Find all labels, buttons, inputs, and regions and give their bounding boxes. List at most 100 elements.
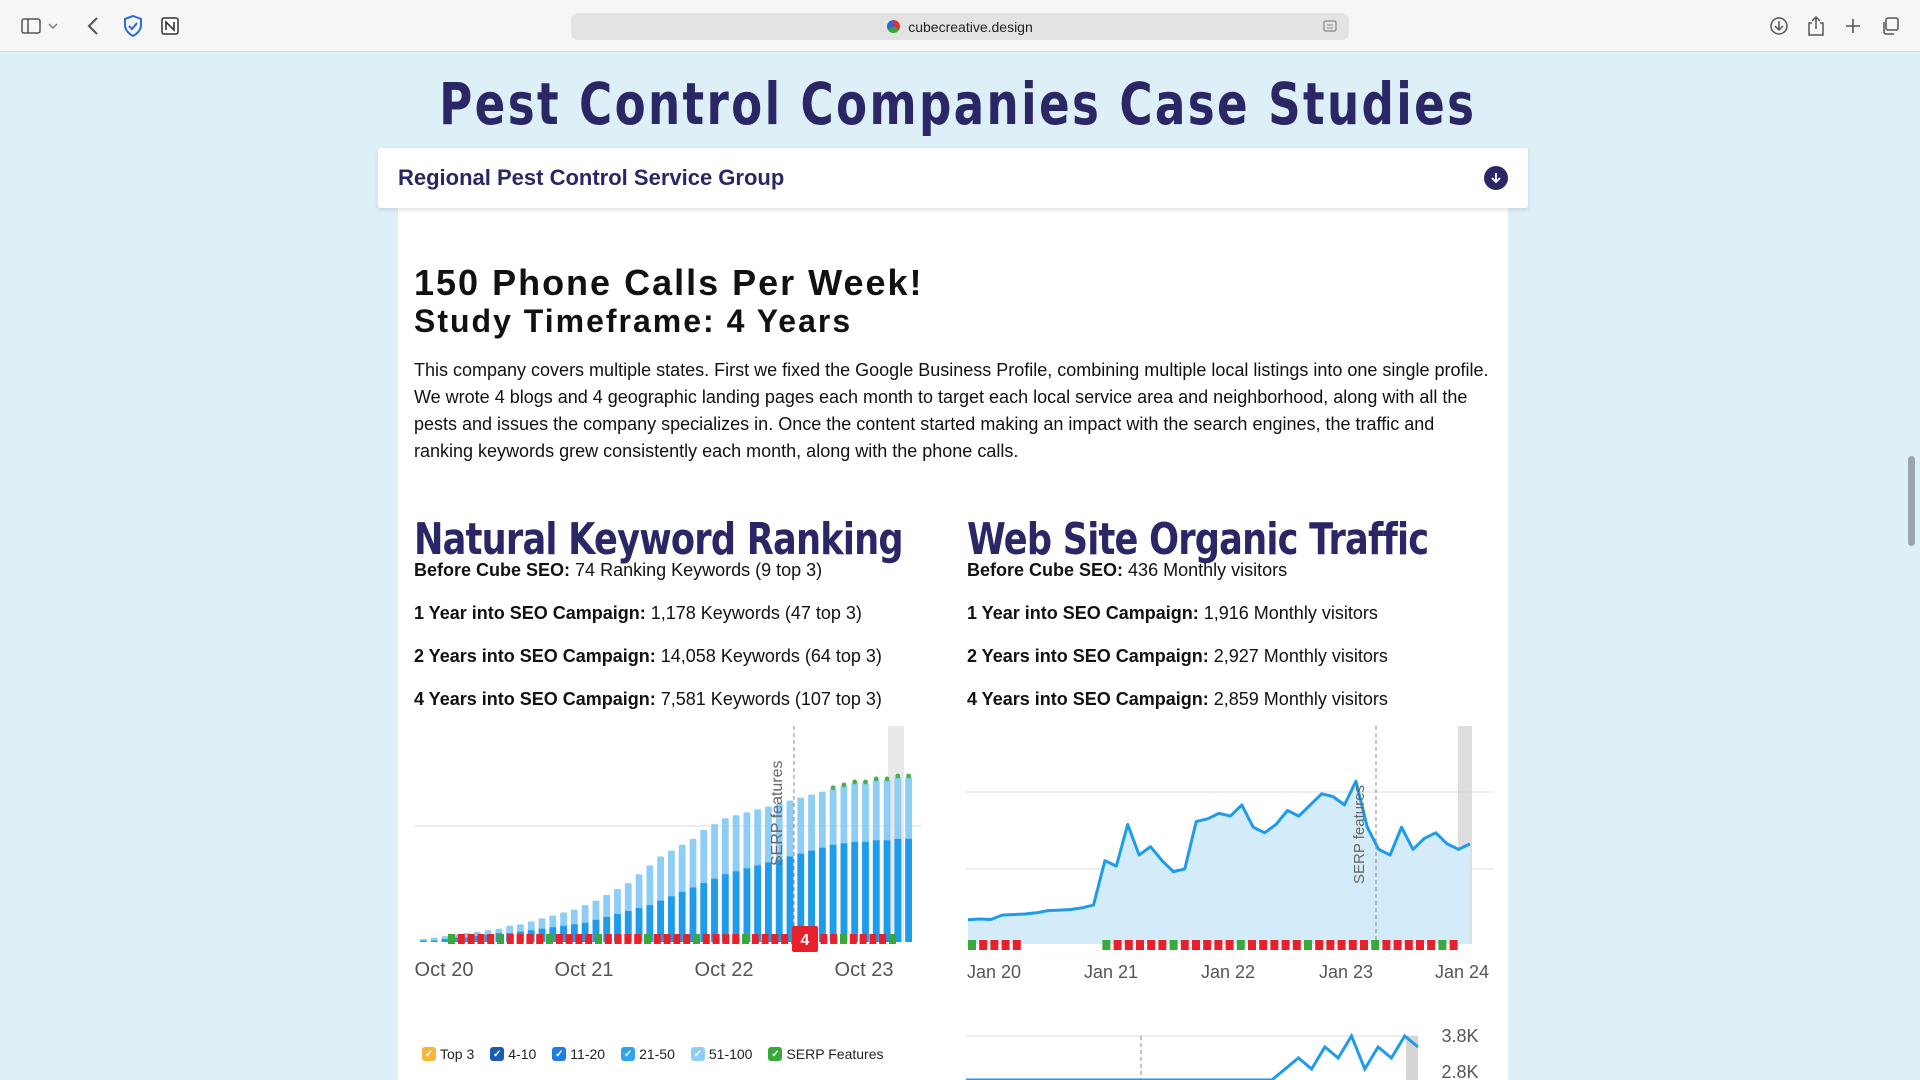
y-tick-label: 3.8K [1441,1026,1478,1046]
event-flag [1180,940,1189,950]
event-flag [840,934,847,944]
legend-item[interactable]: ✓ 51-100 [690,1046,752,1062]
event-flag [526,934,534,944]
legend-item[interactable]: ✓ 4-10 [490,1046,536,1062]
checkbox-icon[interactable]: ✓ [621,1047,636,1061]
bar-21-50 [732,871,740,942]
checkbox-icon[interactable]: ✓ [768,1047,783,1061]
sidebar-toggle-icon[interactable] [18,13,44,39]
legend-item[interactable]: ✓ Top 3 [422,1046,474,1062]
bar-21-50 [711,878,718,942]
legend-label: Top 3 [440,1046,475,1062]
event-flag [604,934,612,944]
event-flag [968,940,976,950]
traffic-stat: Before Cube SEO: 436 Monthly visitors [967,560,1288,580]
page-scrollbar[interactable] [1908,456,1915,546]
share-icon[interactable] [1803,13,1829,39]
bar-21-50 [829,844,837,942]
event-flag [781,934,789,944]
page-title: Pest Control Companies Case Studies [439,70,1477,138]
event-flag [1393,940,1402,950]
serp-feature-dot [863,779,868,785]
event-flag [859,934,867,944]
event-flag [1147,940,1156,950]
event-flag [751,934,759,944]
bar-21-50 [883,840,891,942]
accordion-header[interactable]: Regional Pest Control Service Group [378,148,1528,208]
event-flag [497,934,504,944]
serp-feature-dot [841,782,847,788]
case-headline: 150 Phone Calls Per Week! [414,262,924,303]
x-tick-label: Oct 23 [835,959,894,981]
notion-icon[interactable] [157,13,183,39]
event-flag [1124,940,1133,950]
keyword-ranking-title: Natural Keyword Ranking [414,514,904,565]
keyword-chart-legend: ✓ Top 3 ✓ 4-10 ✓ 11-20 ✓ 21-50 ✓ 51-100 ✓ SERP Feat… [422,1046,883,1062]
serp-feature-dot [873,776,879,782]
event-flag [1438,940,1447,950]
event-flag [653,934,661,944]
bar-21-50 [862,841,869,942]
back-arrow-icon[interactable] [80,13,106,39]
bar-21-50 [689,887,697,942]
event-flag [1169,940,1178,950]
event-flag [1236,940,1245,950]
legend-item[interactable]: ✓ SERP Features [768,1046,883,1062]
downloads-icon[interactable] [1766,13,1792,39]
legend-item[interactable]: ✓ 21-50 [621,1046,675,1062]
event-flag [1001,940,1010,950]
url-text: cubecreative.design [908,18,1033,35]
serp-feature-dot [906,773,912,779]
shield-check-icon[interactable] [120,13,146,39]
event-flag [634,934,642,944]
event-flag [1259,940,1268,950]
detail-line [966,1032,1419,1080]
event-flag [693,934,700,944]
event-flag [889,934,896,944]
chevron-down-icon[interactable] [46,13,60,39]
event-flag [1337,940,1346,950]
event-flag [1203,940,1212,950]
event-flag [585,934,593,944]
event-flag [820,934,828,944]
bar-21-50 [840,843,848,942]
event-flag [771,934,779,944]
legend-item[interactable]: ✓ 11-20 [552,1046,605,1062]
event-flag [467,934,475,944]
bar-21-50 [851,841,859,942]
site-favicon-icon [887,20,901,33]
serp-feature-dot [830,785,836,791]
event-flag [879,934,887,944]
annotation-label: SERP features [1351,785,1368,884]
x-tick-label: Oct 22 [695,959,754,981]
bar-21-50 [765,862,772,942]
event-flag [1102,940,1111,950]
legend-label: 11-20 [570,1046,606,1062]
event-flag [702,934,710,944]
legend-label: 21-50 [639,1046,675,1062]
address-bar[interactable]: cubecreative.design [571,13,1349,40]
bar-21-50 [894,838,902,942]
event-flag [722,934,730,944]
bar-21-50 [872,840,880,942]
bar-21-50 [743,868,751,942]
event-flag [1214,940,1223,950]
bar-21-50 [430,940,438,942]
y-tick-label: 2.8K [1441,1062,1478,1080]
reader-mode-icon[interactable] [1323,19,1337,33]
bar-21-50 [721,874,729,942]
checkbox-icon[interactable]: ✓ [552,1047,567,1061]
event-flag [448,934,455,944]
serp-feature-dot [884,776,890,782]
checkbox-icon[interactable]: ✓ [690,1047,705,1061]
arrow-down-circle-icon[interactable] [1484,166,1508,190]
checkbox-icon[interactable]: ✓ [490,1047,505,1061]
event-flag [1326,940,1335,950]
new-tab-plus-icon[interactable] [1840,13,1866,39]
traffic-detail-chart: 3.8K 2.8K [966,1026,1479,1080]
tab-overview-icon[interactable] [1877,13,1903,39]
event-flag [1248,940,1256,950]
serp-feature-dot [895,773,901,779]
checkbox-icon[interactable]: ✓ [422,1047,436,1061]
event-flag [644,934,651,944]
